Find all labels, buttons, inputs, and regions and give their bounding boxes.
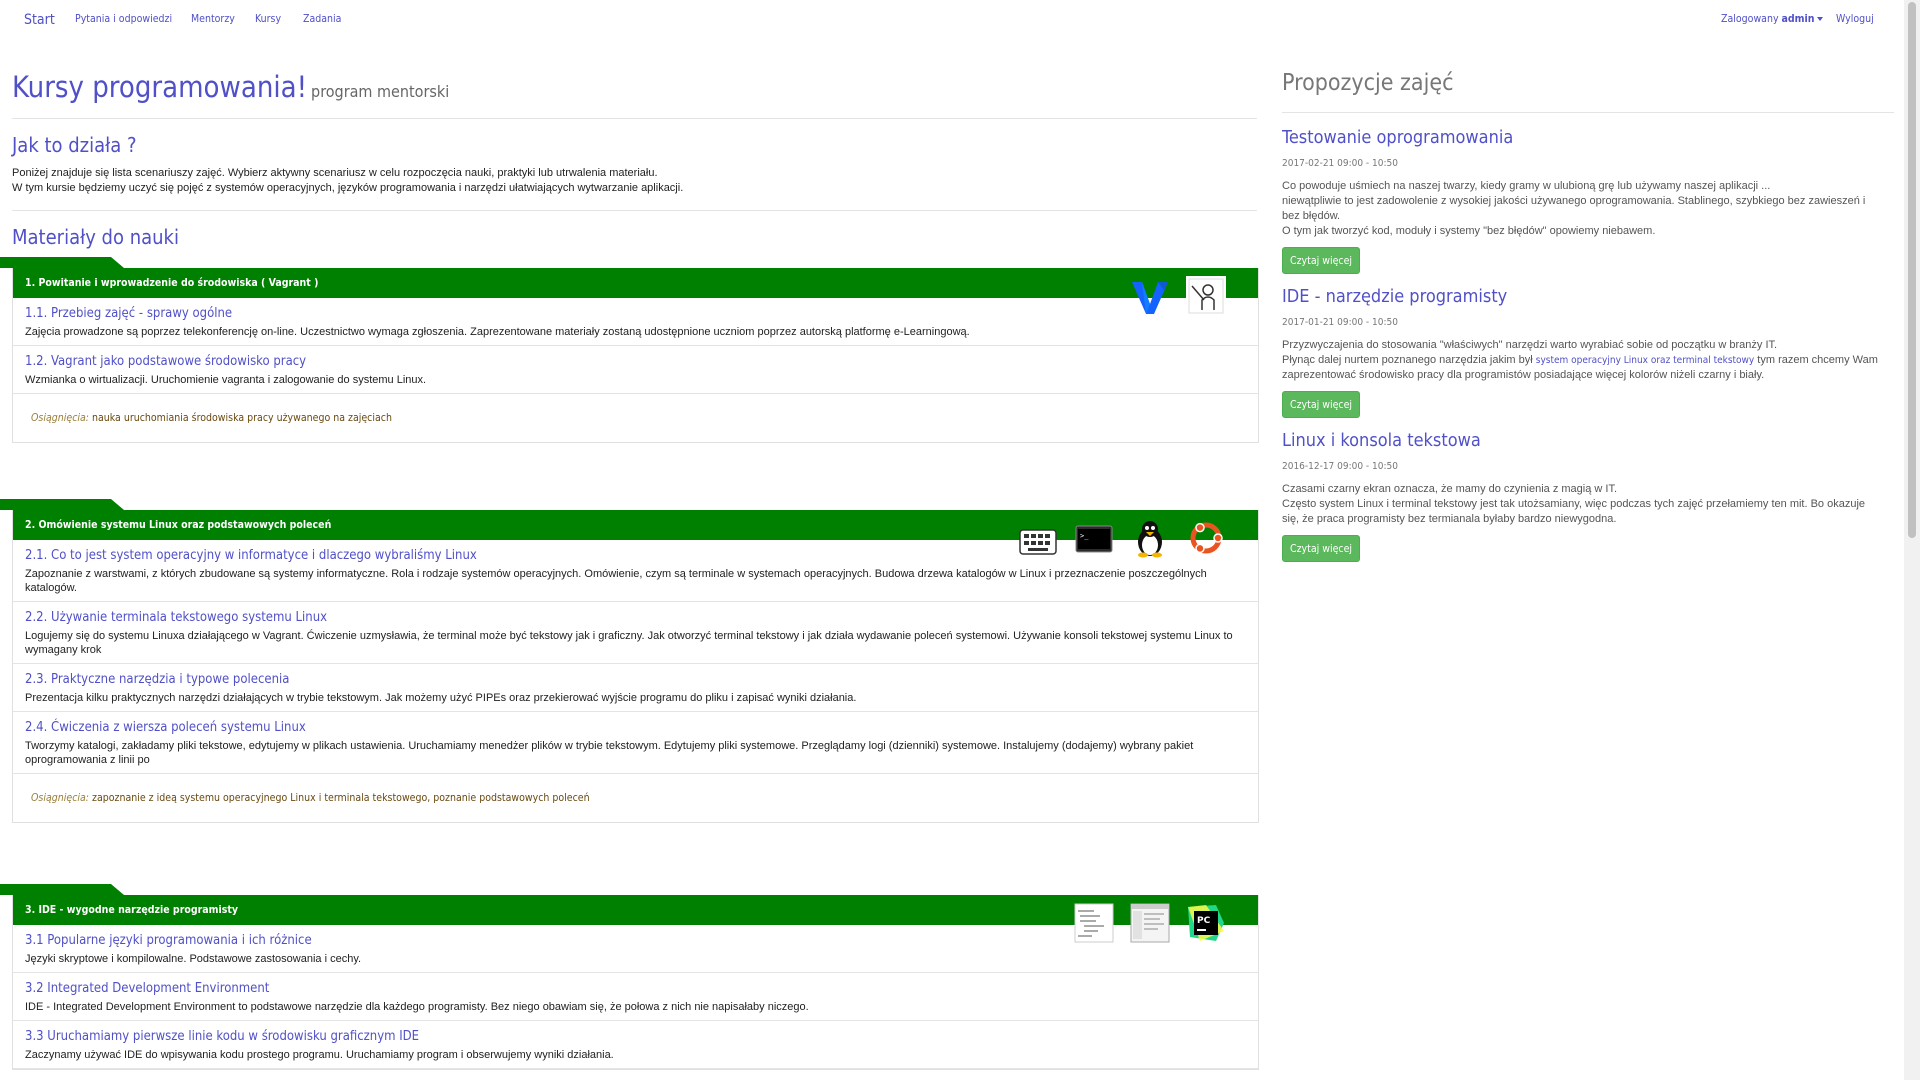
lesson-description: Języki skryptowe i kompilowalne. Podstaw…	[25, 953, 362, 965]
proposal-title-link[interactable]: Linux i konsola tekstowa	[1282, 430, 1481, 451]
lesson-item[interactable]: 3.3 Uruchamiamy pierwsze linie kodu w śr…	[13, 1021, 1258, 1069]
lesson-item[interactable]: 2.4. Ćwiczenia z wiersza poleceń systemu…	[13, 712, 1258, 774]
inline-link[interactable]: system operacyjny Linux oraz terminal te…	[1536, 355, 1754, 366]
lesson-description: Zajęcia prowadzone są poprzez telekonfer…	[25, 326, 970, 338]
lesson-title-link[interactable]: 2.4. Ćwiczenia z wiersza poleceń systemu…	[25, 720, 1246, 735]
intro-line-2: W tym kursie będziemy uczyć się pojęć z …	[12, 182, 684, 194]
vertical-scrollbar[interactable]	[1904, 0, 1920, 1080]
proposal-title-link[interactable]: Testowanie oprogramowania	[1282, 127, 1513, 148]
how-it-works-heading: Jak to działa ?	[12, 133, 137, 157]
module-title: 2. Omówienie systemu Linux oraz podstawo…	[25, 519, 332, 531]
proposal-desc-line: niewątpliwie to jest zadowolenie z wysok…	[1282, 195, 1866, 222]
lesson-item[interactable]: 2.1. Co to jest system operacyjny w info…	[13, 540, 1258, 602]
lesson-item[interactable]: 1.2. Vagrant jako podstawowe środowisko …	[13, 346, 1258, 394]
logout-link[interactable]: Wyloguj	[1836, 13, 1874, 25]
module-achievements: Osiągnięcia: zapoznanie z ideą systemu o…	[13, 774, 1258, 822]
proposal-description: Czasami czarny ekran oznacza, że mamy do…	[1282, 482, 1882, 527]
proposal-description: Co powoduje uśmiech na naszej twarzy, ki…	[1282, 179, 1882, 239]
module-title: 1. Powitanie i wprowadzenie do środowisk…	[25, 277, 319, 289]
nav-link-tasks[interactable]: Zadania	[303, 13, 341, 25]
svg-text:>_: >_	[1080, 532, 1089, 540]
achievements-text: zapoznanie z ideą systemu operacyjnego L…	[92, 792, 590, 804]
desc-text: Płynąc dalej nurtem poznanego narzędzia …	[1282, 354, 1536, 366]
module-panel-1: 1. Powitanie i wprowadzenie do środowisk…	[12, 268, 1259, 443]
top-navbar: Start Pytania i odpowiedzi Mentorzy Kurs…	[0, 0, 1904, 38]
divider	[1282, 112, 1894, 113]
lesson-title-link[interactable]: 3.3 Uruchamiamy pierwsze linie kodu w śr…	[25, 1029, 1246, 1044]
proposal-desc-line: Czasami czarny ekran oznacza, że mamy do…	[1282, 483, 1618, 495]
caret-down-icon	[1817, 17, 1824, 21]
proposal-desc-line: Często system Linux i terminal tekstowy …	[1282, 498, 1866, 525]
module-header: 3. IDE - wygodne narzędzie programisty P…	[13, 895, 1258, 943]
lesson-item[interactable]: 2.3. Praktyczne narzędzia i typowe polec…	[13, 664, 1258, 712]
lesson-title-link[interactable]: 1.1. Przebieg zajęć - sprawy ogólne	[25, 306, 1246, 321]
module-header: 1. Powitanie i wprowadzenie do środowisk…	[13, 268, 1258, 316]
module-tab	[0, 257, 124, 268]
lesson-title-link[interactable]: 2.1. Co to jest system operacyjny w info…	[25, 548, 1246, 563]
module-tab	[0, 884, 124, 895]
username: admin	[1781, 13, 1815, 25]
nav-link-courses[interactable]: Kursy	[255, 13, 281, 25]
lesson-description: Logujemy się do systemu Linuxa działając…	[25, 630, 1233, 656]
page-subtitle: program mentorski	[311, 82, 450, 101]
read-more-button[interactable]: Czytaj więcej	[1282, 391, 1360, 418]
proposal-desc-line: Co powoduje uśmiech na naszej twarzy, ki…	[1282, 180, 1771, 192]
proposal-date: 2017-02-21 09:00 - 10:50	[1282, 158, 1398, 169]
proposal-date: 2017-01-21 09:00 - 10:50	[1282, 317, 1398, 328]
lesson-description: Zaczynamy używać IDE do wpisywania kodu …	[25, 1049, 614, 1061]
lesson-description: IDE - Integrated Development Environment…	[25, 1001, 809, 1013]
read-more-button[interactable]: Czytaj więcej	[1282, 247, 1360, 274]
nav-link-qa[interactable]: Pytania i odpowiedzi	[75, 13, 172, 25]
lesson-description: Prezentacja kilku praktycznych narzędzi …	[25, 692, 857, 704]
nav-brand-start[interactable]: Start	[24, 12, 55, 28]
lesson-item[interactable]: 3.1 Popularne języki programowania i ich…	[13, 925, 1258, 973]
lesson-title-link[interactable]: 3.1 Popularne języki programowania i ich…	[25, 933, 1246, 948]
lesson-title-link[interactable]: 2.2. Używanie terminala tekstowego syste…	[25, 610, 1246, 625]
lesson-description: Wzmianka o wirtualizacji. Uruchomienie v…	[25, 374, 427, 386]
module-achievements: Osiągnięcia: nauka uruchomiania środowis…	[13, 394, 1258, 442]
lesson-item[interactable]: 2.2. Używanie terminala tekstowego syste…	[13, 602, 1258, 664]
lesson-description: Tworzymy katalogi, zakładamy pliki tekst…	[25, 740, 1194, 766]
proposal-date: 2016-12-17 09:00 - 10:50	[1282, 461, 1398, 472]
read-more-button[interactable]: Czytaj więcej	[1282, 535, 1360, 562]
proposal-description: Przyzwyczajenia do stosowania "właściwyc…	[1282, 338, 1882, 383]
scrollbar-thumb[interactable]	[1908, 2, 1916, 538]
user-menu-dropdown[interactable]: Zalogowany admin	[1721, 13, 1824, 25]
page-title-main: Kursy programowania!	[12, 70, 308, 104]
lesson-description: Zapoznanie z warstwami, z których zbudow…	[25, 568, 1207, 594]
proposal-desc-line: Płynąc dalej nurtem poznanego narzędzia …	[1282, 353, 1882, 383]
lesson-title-link[interactable]: 3.2 Integrated Development Environment	[25, 981, 1246, 996]
lesson-item[interactable]: 3.2 Integrated Development Environment I…	[13, 973, 1258, 1021]
achievements-label: Osiągnięcia:	[31, 412, 89, 424]
proposal-desc-line: O tym jak tworzyć kod, moduły i systemy …	[1282, 225, 1656, 237]
proposal-title-link[interactable]: IDE - narzędzie programisty	[1282, 286, 1507, 307]
module-tab	[0, 499, 124, 510]
lesson-title-link[interactable]: 2.3. Praktyczne narzędzia i typowe polec…	[25, 672, 1246, 687]
achievements-label: Osiągnięcia:	[31, 792, 89, 804]
divider	[12, 118, 1257, 119]
proposals-heading: Propozycje zajęć	[1282, 70, 1454, 96]
achievements-text: nauka uruchomiania środowiska pracy używ…	[92, 412, 392, 424]
page-title: Kursy programowania! program mentorski	[12, 70, 449, 104]
module-title: 3. IDE - wygodne narzędzie programisty	[25, 904, 239, 916]
logged-in-label: Zalogowany	[1721, 13, 1779, 25]
how-it-works-text: Poniżej znajduje się lista scenariuszy z…	[12, 166, 683, 196]
module-panel-3: 3. IDE - wygodne narzędzie programisty P…	[12, 895, 1259, 1070]
lesson-item[interactable]: 1.1. Przebieg zajęć - sprawy ogólne Zaję…	[13, 298, 1258, 346]
materials-heading: Materiały do nauki	[12, 225, 179, 249]
divider	[12, 210, 1257, 211]
module-panel-2: 2. Omówienie systemu Linux oraz podstawo…	[12, 510, 1259, 823]
intro-line-1: Poniżej znajduje się lista scenariuszy z…	[12, 167, 658, 179]
nav-link-mentors[interactable]: Mentorzy	[191, 13, 235, 25]
module-header: 2. Omówienie systemu Linux oraz podstawo…	[13, 510, 1258, 558]
lesson-title-link[interactable]: 1.2. Vagrant jako podstawowe środowisko …	[25, 354, 1246, 369]
proposal-desc-line: Przyzwyczajenia do stosowania "właściwyc…	[1282, 339, 1778, 351]
